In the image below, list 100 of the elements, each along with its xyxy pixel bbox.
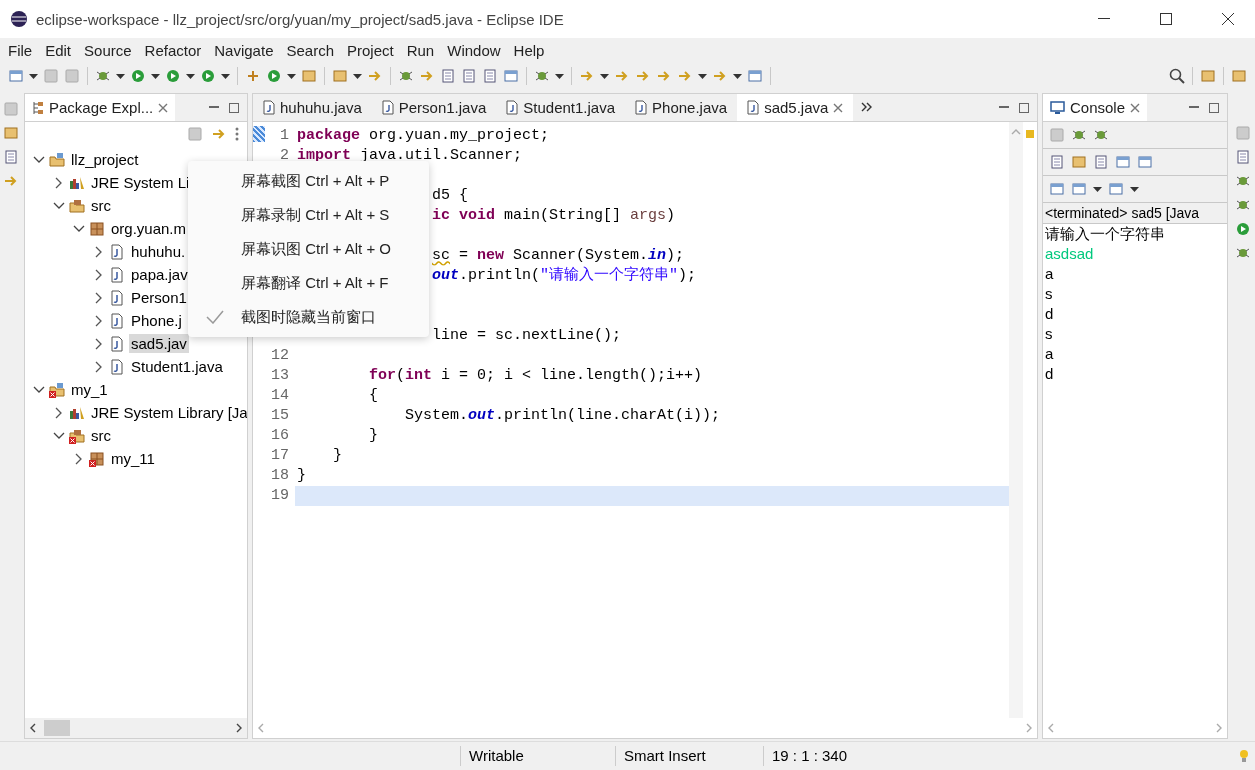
menu-item[interactable]: Help (513, 39, 552, 61)
scroll-right-icon[interactable] (236, 723, 243, 733)
menu-item[interactable]: 屏幕翻译 Ctrl + Alt + F (188, 266, 429, 300)
menu-item[interactable]: Window (447, 39, 508, 61)
package-explorer-icon (32, 100, 44, 115)
menu-item[interactable]: 屏幕识图 Ctrl + Alt + O (188, 232, 429, 266)
code-line: sc = new Scanner(System.in); (431, 246, 686, 266)
console-line: s (1045, 324, 1054, 344)
console-line: a (1045, 344, 1055, 364)
status-field: Smart Insert (615, 746, 763, 766)
code-line: System.out.println(line.charAt(i)); (404, 406, 722, 426)
menu-item[interactable]: Refactor (144, 39, 209, 61)
caret-icon[interactable] (29, 73, 38, 79)
caret-icon[interactable] (733, 73, 742, 79)
list-icon[interactable] (461, 68, 477, 84)
code-line: ic void main(String[] args) (431, 206, 677, 226)
tree-item[interactable]: my_1 (69, 380, 110, 399)
window-title: eclipse-workspace - llz_project/src/org/yuan/my_project/sad5.java - Eclipse IDE (36, 10, 565, 28)
code-line: import java.util.Scanner; (296, 146, 524, 166)
line-number: 12 (270, 346, 290, 366)
tree-item[interactable]: org.yuan.m (109, 219, 189, 238)
tree-item[interactable]: Phone.j (129, 311, 184, 330)
caret-icon[interactable] (698, 73, 707, 79)
caret-icon[interactable] (1093, 186, 1102, 192)
caret-icon[interactable] (353, 73, 362, 79)
warning-marker[interactable] (1026, 130, 1034, 138)
code-line: } (368, 426, 379, 446)
line-number: 16 (270, 426, 290, 446)
tree-item[interactable]: src (89, 196, 113, 215)
more-options-icon[interactable] (235, 126, 239, 141)
menu-item[interactable]: 截图时隐藏当前窗口 (188, 300, 429, 334)
document-icon[interactable] (440, 68, 456, 84)
menu-item[interactable]: Run (406, 39, 442, 61)
line-number: 18 (270, 466, 290, 486)
caret-icon[interactable] (555, 73, 564, 79)
java-file-icon (506, 100, 519, 115)
caret-icon[interactable] (186, 73, 195, 79)
code-line: line = sc.nextLine(); (431, 326, 623, 346)
close-icon[interactable] (1222, 13, 1234, 25)
line-number: 15 (270, 406, 290, 426)
view-tab[interactable]: Console (1043, 94, 1148, 121)
caret-icon[interactable] (287, 73, 296, 79)
code-line: } (296, 466, 307, 486)
tree-item[interactable]: papa.jav (129, 265, 190, 284)
editor-tab[interactable]: Phone.java (625, 94, 738, 121)
maximize-icon[interactable] (1160, 13, 1172, 25)
console-line: asdsad (1045, 244, 1095, 264)
caret-icon[interactable] (600, 73, 609, 79)
console-header: <terminated> sad5 [Java (1043, 203, 1227, 224)
status-field: 19 : 1 : 340 (763, 746, 900, 766)
menu-item[interactable]: File (8, 39, 40, 61)
tree-item[interactable]: sad5.jav (129, 334, 189, 353)
view-tab[interactable]: Package Expl... (25, 94, 176, 121)
app-logo-icon (10, 10, 28, 28)
caret-icon[interactable] (116, 73, 125, 79)
console-line: a (1045, 264, 1055, 284)
console-line: d (1045, 364, 1055, 384)
code-line: package org.yuan.my_project; (296, 126, 551, 146)
line-number: 19 (270, 486, 290, 506)
java-file-icon (747, 100, 760, 115)
menu-item[interactable]: Source (84, 39, 139, 61)
console-line: d (1045, 304, 1055, 324)
line-number: 17 (270, 446, 290, 466)
menu-item[interactable]: Edit (45, 39, 79, 61)
code-line: { (368, 386, 379, 406)
tree-item[interactable]: llz_project (69, 150, 141, 169)
tree-item[interactable]: Person1 (129, 288, 189, 307)
menu-item[interactable]: Project (347, 39, 401, 61)
scroll-left-icon[interactable] (29, 723, 36, 733)
tree-item[interactable]: JRE System Library [Ja (89, 403, 247, 422)
editor-tab[interactable]: sad5.java (737, 94, 854, 121)
line-number: 13 (270, 366, 290, 386)
status-field: Writable (460, 746, 615, 766)
caret-icon[interactable] (221, 73, 230, 79)
tree-item[interactable]: Student1.java (129, 357, 225, 376)
console-line: s (1045, 284, 1054, 304)
code-line: out.println("请输入一个字符串"); (431, 266, 698, 286)
scrollbar-thumb[interactable] (44, 720, 70, 736)
caret-icon[interactable] (1130, 186, 1139, 192)
line-number: 14 (270, 386, 290, 406)
code-line: d5 { (431, 186, 469, 206)
caret-icon[interactable] (151, 73, 160, 79)
java-file-icon (635, 100, 648, 115)
tree-item[interactable]: my_11 (109, 449, 157, 468)
menu-item[interactable]: 屏幕录制 Ctrl + Alt + S (188, 198, 429, 232)
lightbulb-icon[interactable] (1239, 749, 1249, 763)
run-icon[interactable] (130, 68, 146, 84)
console-line: 请输入一个字符串 (1045, 224, 1166, 244)
editor-tab[interactable]: Person1.java (371, 94, 497, 121)
bookmark-marker (253, 126, 265, 142)
editor-tab[interactable]: Student1.java (496, 94, 626, 121)
tree-item[interactable]: src (89, 426, 113, 445)
menu-item[interactable]: Search (286, 39, 341, 61)
menu-item[interactable]: Navigate (214, 39, 281, 61)
code-line: } (332, 446, 343, 466)
line-number: 1 (279, 126, 290, 146)
editor-tab[interactable]: huhuhu.java (253, 94, 372, 121)
java-file-icon (263, 100, 275, 115)
minimize-icon[interactable] (1098, 18, 1110, 20)
tree-item[interactable]: huhuhu. (129, 242, 188, 261)
